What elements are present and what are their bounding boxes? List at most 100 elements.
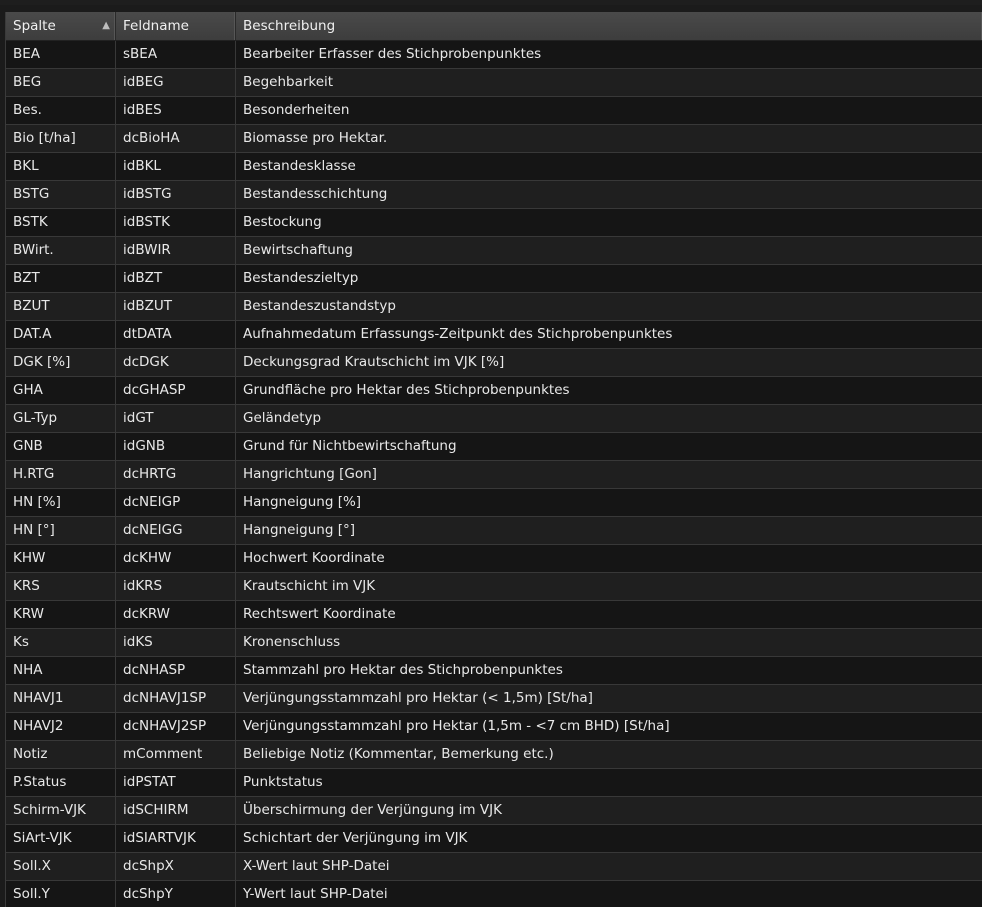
cell-feldname: idBWIR [116, 237, 236, 264]
cell-beschreibung: Stammzahl pro Hektar des Stichprobenpunk… [243, 662, 563, 678]
cell-beschreibung: Verjüngungsstammzahl pro Hektar (1,5m - … [243, 718, 670, 734]
table-row[interactable]: BSTG idBSTG Bestandesschichtung [6, 181, 982, 209]
cell-beschreibung: Bestandesklasse [243, 158, 356, 174]
table-row[interactable]: H.RTG dcHRTG Hangrichtung [Gon] [6, 461, 982, 489]
cell-spalte: BKL [6, 153, 116, 180]
sort-ascending-icon: ▲ [102, 20, 110, 31]
column-header-spalte[interactable]: Spalte ▲ [6, 12, 116, 40]
table-row[interactable]: DAT.A dtDATA Aufnahmedatum Erfassungs-Zeit… [6, 321, 982, 349]
cell-beschreibung: Grundfläche pro Hektar des Stichprobenpu… [243, 382, 570, 398]
table-row[interactable]: Bio [t/ha] dcBioHA Biomasse pro Hektar. [6, 125, 982, 153]
table-row[interactable]: NHAVJ2 dcNHAVJ2SP Verjüngungsstammzahl pro… [6, 713, 982, 741]
cell-beschreibung: Deckungsgrad Krautschicht im VJK [%] [243, 354, 505, 370]
column-header-label: Spalte [13, 18, 56, 34]
table-row[interactable]: NHA dcNHASP Stammzahl pro Hektar des Stich… [6, 657, 982, 685]
cell-feldname: idKS [116, 629, 236, 656]
table-row[interactable]: KHW dcKHW Hochwert Koordinate [6, 545, 982, 573]
cell-feldname: idSIARTVJK [116, 825, 236, 852]
table-row[interactable]: GNB idGNB Grund für Nichtbewirtschaftung [6, 433, 982, 461]
cell-feldname: dcBioHA [116, 125, 236, 152]
cell-spalte: Bio [t/ha] [6, 125, 116, 152]
table-row[interactable]: DGK [%] dcDGK Deckungsgrad Krautschicht im… [6, 349, 982, 377]
table-row[interactable]: KRW dcKRW Rechtswert Koordinate [6, 601, 982, 629]
cell-feldname: dcGHASP [116, 377, 236, 404]
table-row[interactable]: HN [%] dcNEIGP Hangneigung [%] [6, 489, 982, 517]
table-row[interactable]: BZT idBZT Bestandeszieltyp [6, 265, 982, 293]
table-row[interactable]: Schirm-VJK idSCHIRM Überschirmung der Verj… [6, 797, 982, 825]
cell-feldname: idBSTG [116, 181, 236, 208]
table-row[interactable]: SiArt-VJK idSIARTVJK Schichtart der Verjün… [6, 825, 982, 853]
cell-feldname: dcHRTG [116, 461, 236, 488]
cell-spalte: Soll.Y [6, 881, 116, 907]
cell-feldname: dcNEIGP [116, 489, 236, 516]
table-row[interactable]: GHA dcGHASP Grundfläche pro Hektar des Sti… [6, 377, 982, 405]
cell-beschreibung: Begehbarkeit [243, 74, 334, 90]
cell-feldname: dcNHASP [116, 657, 236, 684]
cell-beschreibung: Verjüngungsstammzahl pro Hektar (< 1,5m)… [243, 690, 593, 706]
cell-beschreibung: Geländetyp [243, 410, 322, 426]
table-row[interactable]: Ks idKS Kronenschluss [6, 629, 982, 657]
window-top-strip [0, 0, 982, 5]
cell-feldname: idBZT [116, 265, 236, 292]
table-row[interactable]: KRS idKRS Krautschicht im VJK [6, 573, 982, 601]
cell-spalte: KRS [6, 573, 116, 600]
cell-feldname: mComment [116, 741, 236, 768]
column-header-label: Beschreibung [243, 18, 336, 34]
table-header: Spalte ▲ Feldname Beschreibung [6, 12, 982, 41]
cell-spalte: Soll.X [6, 853, 116, 880]
table-body: BEA sBEA Bearbeiter Erfasser des Stichprob… [6, 41, 982, 907]
column-header-beschreibung[interactable]: Beschreibung [236, 12, 982, 40]
table-row[interactable]: GL-Typ idGT Geländetyp [6, 405, 982, 433]
table-row[interactable]: Soll.Y dcShpY Y-Wert laut SHP-Datei [6, 881, 982, 907]
cell-feldname: dcKHW [116, 545, 236, 572]
cell-feldname: idKRS [116, 573, 236, 600]
table-row[interactable]: BKL idBKL Bestandesklasse [6, 153, 982, 181]
table-row[interactable]: Bes. idBES Besonderheiten [6, 97, 982, 125]
table-row[interactable]: Notiz mComment Beliebige Notiz (Kommentar,… [6, 741, 982, 769]
cell-beschreibung: Bestandesschichtung [243, 186, 388, 202]
field-table: Spalte ▲ Feldname Beschreibung BEA sBEA Be… [5, 12, 982, 907]
table-row[interactable]: BZUT idBZUT Bestandeszustandstyp [6, 293, 982, 321]
table-row[interactable]: HN [°] dcNEIGG Hangneigung [°] [6, 517, 982, 545]
cell-feldname: dcDGK [116, 349, 236, 376]
cell-beschreibung: Biomasse pro Hektar. [243, 130, 388, 146]
table-row[interactable]: Soll.X dcShpX X-Wert laut SHP-Datei [6, 853, 982, 881]
table-row[interactable]: BEA sBEA Bearbeiter Erfasser des Stichprob… [6, 41, 982, 69]
cell-beschreibung: Hochwert Koordinate [243, 550, 385, 566]
cell-spalte: NHAVJ2 [6, 713, 116, 740]
cell-spalte: SiArt-VJK [6, 825, 116, 852]
cell-feldname: idGNB [116, 433, 236, 460]
cell-beschreibung: Grund für Nichtbewirtschaftung [243, 438, 457, 454]
cell-feldname: dtDATA [116, 321, 236, 348]
cell-beschreibung: X-Wert laut SHP-Datei [243, 858, 390, 874]
cell-beschreibung: Beliebige Notiz (Kommentar, Bemerkung et… [243, 746, 554, 762]
cell-spalte: Schirm-VJK [6, 797, 116, 824]
cell-spalte: BEG [6, 69, 116, 96]
cell-spalte: GNB [6, 433, 116, 460]
cell-feldname: sBEA [116, 41, 236, 68]
cell-feldname: dcNEIGG [116, 517, 236, 544]
cell-spalte: NHA [6, 657, 116, 684]
cell-beschreibung: Kronenschluss [243, 634, 341, 650]
cell-spalte: P.Status [6, 769, 116, 796]
table-row[interactable]: BEG idBEG Begehbarkeit [6, 69, 982, 97]
table-row[interactable]: P.Status idPSTAT Punktstatus [6, 769, 982, 797]
table-row[interactable]: NHAVJ1 dcNHAVJ1SP Verjüngungsstammzahl pro… [6, 685, 982, 713]
cell-feldname: idBES [116, 97, 236, 124]
cell-spalte: Notiz [6, 741, 116, 768]
table-row[interactable]: BSTK idBSTK Bestockung [6, 209, 982, 237]
cell-spalte: DAT.A [6, 321, 116, 348]
cell-beschreibung: Y-Wert laut SHP-Datei [243, 886, 388, 902]
cell-beschreibung: Bestandeszieltyp [243, 270, 359, 286]
cell-beschreibung: Schichtart der Verjüngung im VJK [243, 830, 468, 846]
cell-feldname: idBZUT [116, 293, 236, 320]
cell-feldname: dcKRW [116, 601, 236, 628]
cell-feldname: idGT [116, 405, 236, 432]
cell-beschreibung: Bearbeiter Erfasser des Stichprobenpunkt… [243, 46, 542, 62]
column-header-feldname[interactable]: Feldname [116, 12, 236, 40]
cell-beschreibung: Punktstatus [243, 774, 323, 790]
cell-feldname: idPSTAT [116, 769, 236, 796]
table-row[interactable]: BWirt. idBWIR Bewirtschaftung [6, 237, 982, 265]
cell-feldname: dcShpX [116, 853, 236, 880]
cell-spalte: Ks [6, 629, 116, 656]
